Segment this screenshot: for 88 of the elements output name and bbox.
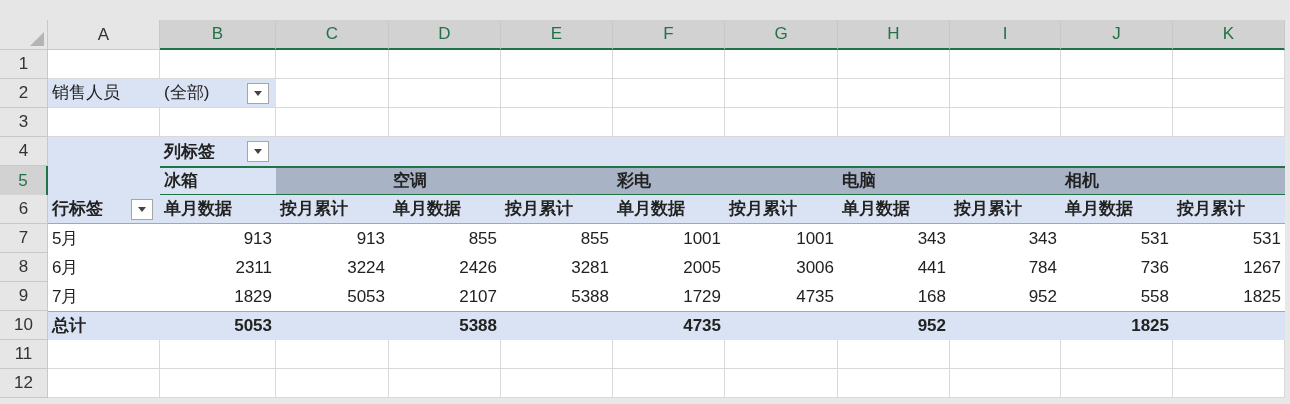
cell-text: (全部) (164, 82, 210, 105)
table-cell: 736 (1061, 253, 1173, 282)
column-header[interactable]: J (1061, 20, 1173, 50)
table-cell: 1825 (1173, 282, 1285, 311)
table-cell: 彩电 (613, 166, 725, 196)
cell-text: 行标签 (52, 198, 103, 221)
table-cell: 电脑 (838, 166, 950, 196)
table-cell: 784 (950, 253, 1061, 282)
table-cell: 855 (501, 224, 613, 253)
caret-icon (138, 206, 146, 212)
table-cell: 5388 (501, 282, 613, 311)
table-cell: 冰箱 (160, 166, 276, 196)
table-cell: 4735 (613, 311, 725, 340)
column-header[interactable]: D (389, 20, 501, 50)
table-cell: 2107 (389, 282, 501, 311)
caret-icon (254, 149, 262, 154)
table-cell: 2426 (389, 253, 501, 282)
table-cell: 952 (838, 311, 950, 340)
caret-icon (254, 90, 262, 96)
table-cell: 343 (950, 224, 1061, 253)
table-cell: 3006 (725, 253, 838, 282)
table-cell: 空调 (389, 166, 501, 196)
table-cell: 5053 (276, 282, 389, 311)
row-header[interactable]: 1 (0, 50, 48, 79)
table-cell: 441 (838, 253, 950, 282)
table-cell: 按月累计 (501, 195, 613, 224)
table-cell: 168 (838, 282, 950, 311)
table-cell: 销售人员 (48, 79, 160, 108)
row-header[interactable]: 10 (0, 311, 48, 340)
table-cell: 531 (1173, 224, 1285, 253)
column-header[interactable]: B (160, 20, 276, 50)
table-cell: 按月累计 (1173, 195, 1285, 224)
table-cell: 相机 (1061, 166, 1173, 196)
table-cell: 343 (838, 224, 950, 253)
table-cell: 913 (160, 224, 276, 253)
filter-dropdown[interactable] (247, 82, 269, 104)
row-header[interactable]: 2 (0, 79, 48, 108)
row-header[interactable]: 7 (0, 224, 48, 253)
table-cell: 总计 (48, 311, 160, 340)
row-header[interactable]: 3 (0, 108, 48, 137)
table-cell: 913 (276, 224, 389, 253)
triangle-icon (30, 32, 44, 46)
table-cell: 单月数据 (389, 195, 501, 224)
table-cell: 7月 (48, 282, 160, 311)
table-cell: 5388 (389, 311, 501, 340)
row-header[interactable]: 11 (0, 340, 48, 369)
table-cell: 855 (389, 224, 501, 253)
column-header[interactable]: C (276, 20, 389, 50)
table-cell: 1001 (725, 224, 838, 253)
table-cell: 按月累计 (276, 195, 389, 224)
table-cell: 按月累计 (725, 195, 838, 224)
table-cell: 952 (950, 282, 1061, 311)
table-cell: 2005 (613, 253, 725, 282)
row-header[interactable]: 5 (0, 166, 48, 196)
row-header[interactable]: 4 (0, 137, 48, 166)
column-header[interactable]: H (838, 20, 950, 50)
table-cell: 6月 (48, 253, 160, 282)
table-cell: 2311 (160, 253, 276, 282)
table-cell: 1001 (613, 224, 725, 253)
table-cell: 1729 (613, 282, 725, 311)
table-cell: 按月累计 (950, 195, 1061, 224)
column-header[interactable]: G (725, 20, 838, 50)
table-cell: 531 (1061, 224, 1173, 253)
row-header[interactable]: 12 (0, 369, 48, 398)
row-header[interactable]: 8 (0, 253, 48, 282)
table-cell: 3281 (501, 253, 613, 282)
table-cell: 1267 (1173, 253, 1285, 282)
table-cell: 单月数据 (160, 195, 276, 224)
table-cell: 1825 (1061, 311, 1173, 340)
cell-text: 列标签 (164, 140, 215, 163)
column-header[interactable]: K (1173, 20, 1285, 50)
table-cell: 单月数据 (613, 195, 725, 224)
table-cell: 558 (1061, 282, 1173, 311)
row-header[interactable]: 6 (0, 195, 48, 224)
column-header[interactable]: E (501, 20, 613, 50)
column-header[interactable]: I (950, 20, 1061, 50)
table-cell: 单月数据 (838, 195, 950, 224)
filter-dropdown[interactable] (131, 198, 153, 220)
table-cell: 单月数据 (1061, 195, 1173, 224)
column-header[interactable]: A (48, 20, 160, 50)
table-cell: 4735 (725, 282, 838, 311)
filter-dropdown[interactable] (247, 141, 269, 162)
table-cell: 3224 (276, 253, 389, 282)
table-cell: 5月 (48, 224, 160, 253)
column-header[interactable]: F (613, 20, 725, 50)
table-cell: 5053 (160, 311, 276, 340)
table-cell: 1829 (160, 282, 276, 311)
row-header[interactable]: 9 (0, 282, 48, 311)
